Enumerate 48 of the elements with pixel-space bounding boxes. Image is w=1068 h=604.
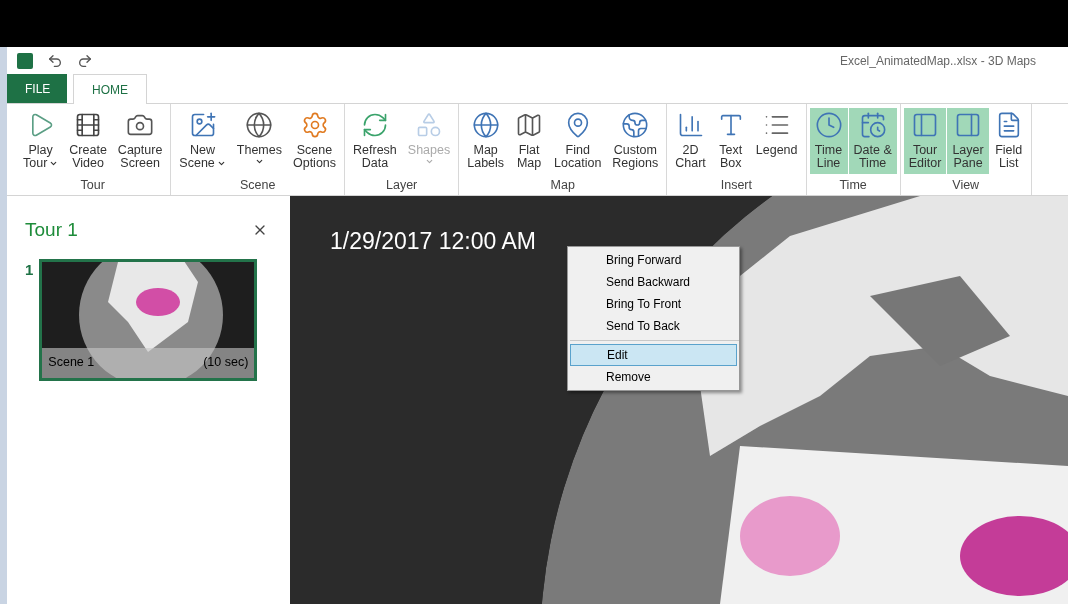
ribbon-button[interactable]: Layer Pane [947, 108, 989, 174]
ribbon-button[interactable]: Time Line [809, 108, 848, 174]
scene-duration: (10 sec) [203, 354, 249, 372]
ribbon-button[interactable]: Refresh Data [348, 108, 402, 174]
ribbon-button[interactable]: Custom Regions [607, 108, 664, 174]
group-label: View [952, 178, 980, 192]
group-label: Time [839, 178, 867, 192]
ribbon-tab[interactable]: HOME [73, 74, 147, 104]
ribbon-button[interactable]: Scene Options [287, 108, 342, 174]
globe-icon [621, 111, 650, 139]
file-tab[interactable]: FILE [7, 74, 67, 103]
ribbon-button[interactable]: New Scene [174, 108, 231, 174]
redo-icon[interactable] [77, 53, 93, 69]
ribbon-button[interactable]: 2D Chart [670, 108, 711, 174]
ribbon-button[interactable]: Capture Screen [112, 108, 168, 174]
ribbon-button[interactable]: Tour Editor [903, 108, 947, 174]
scene-thumbnail[interactable]: Scene 1 (10 sec) [39, 258, 258, 381]
menu-item[interactable]: Bring To Front [570, 293, 737, 315]
globe-icon [245, 111, 274, 139]
menu-item[interactable]: Remove [570, 366, 737, 388]
menu-item[interactable]: Edit [570, 344, 737, 366]
ribbon-button[interactable]: Flat Map [510, 108, 549, 174]
window-title: Excel_AnimatedMap..xlsx - 3D Maps [839, 53, 1036, 70]
group-label: Tour [80, 178, 105, 192]
group-label: Scene [239, 178, 276, 192]
timestamp: 1/29/2017 12:00 AM [330, 227, 536, 256]
undo-icon[interactable] [47, 53, 63, 69]
ribbon-button[interactable]: Field List [989, 108, 1028, 174]
menu-item[interactable]: Bring Forward [570, 249, 737, 271]
ribbon-button[interactable]: Find Location [549, 108, 607, 174]
ribbon-button[interactable]: Create Video [64, 108, 112, 174]
menu-item[interactable]: Send Backward [570, 271, 737, 293]
globe-icon [471, 111, 500, 139]
map-view[interactable]: 1/29/2017 12:00 AM Bring Forward Send Backward Bring To Front Send To Back Edit Remove [290, 196, 1068, 604]
tour-title: Tour 1 [25, 218, 78, 242]
ribbon-button[interactable]: Legend [750, 108, 803, 174]
menu-item[interactable]: Send To Back [570, 315, 737, 337]
ribbon-button[interactable]: Play Tour [18, 108, 64, 174]
group-label: Insert [720, 178, 752, 192]
scene-name: Scene 1 [48, 354, 95, 372]
group-label: Layer [386, 178, 418, 192]
ribbon-button[interactable]: Text Box [711, 108, 750, 174]
scene-number: 1 [25, 259, 34, 280]
ribbon-button[interactable]: Map Labels [462, 108, 510, 174]
ribbon-button[interactable]: Themes [231, 108, 287, 174]
clock-icon [814, 111, 843, 139]
ribbon-button[interactable]: Date & Time [848, 108, 897, 174]
group-label: Map [550, 178, 575, 192]
